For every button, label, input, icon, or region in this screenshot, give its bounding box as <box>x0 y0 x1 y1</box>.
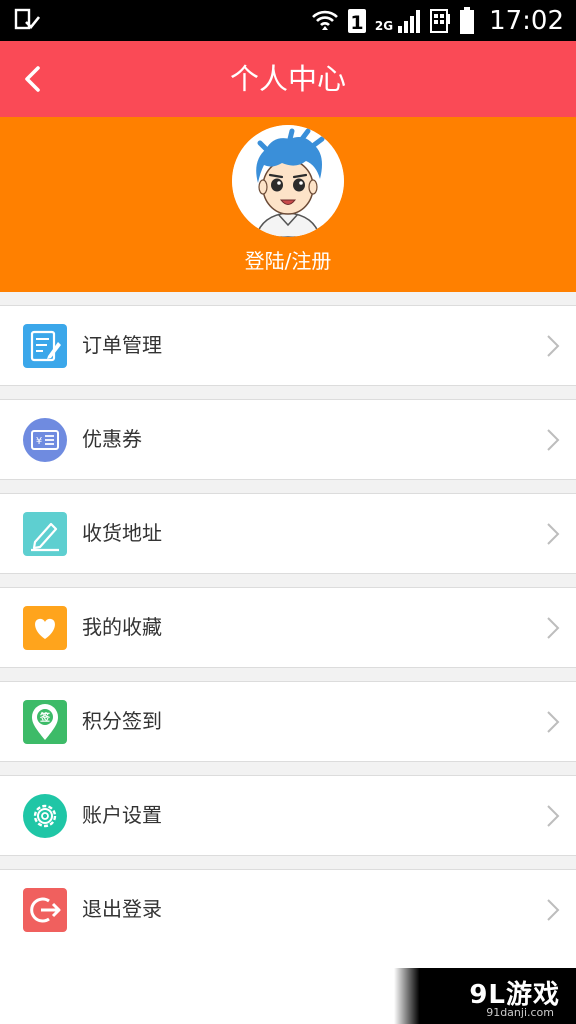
signal-icon <box>398 9 421 33</box>
menu-item-label: 我的收藏 <box>82 615 162 639</box>
menu-item-coupons[interactable]: ¥ 优惠券 <box>0 399 576 480</box>
chevron-right-icon <box>547 523 560 545</box>
address-edit-icon <box>23 512 67 556</box>
avatar[interactable] <box>232 125 344 237</box>
watermark-url: 91danji.com <box>486 1006 554 1019</box>
watermark: 9L游戏 91danji.com <box>394 968 576 1024</box>
login-register-label[interactable]: 登陆/注册 <box>245 249 332 273</box>
chevron-right-icon <box>547 899 560 921</box>
menu-item-orders[interactable]: 订单管理 <box>0 305 576 386</box>
menu-item-favorites[interactable]: 我的收藏 <box>0 587 576 668</box>
menu-item-label: 退出登录 <box>82 897 162 921</box>
sim-number: 1 <box>350 12 363 34</box>
chevron-right-icon <box>547 711 560 733</box>
chevron-right-icon <box>547 429 560 451</box>
menu-item-account-settings[interactable]: 账户设置 <box>0 775 576 856</box>
storage-icon <box>430 8 451 33</box>
menu-item-logout[interactable]: 退出登录 <box>0 869 576 950</box>
clock: 17:02 <box>489 5 564 36</box>
menu-item-label: 订单管理 <box>82 333 162 357</box>
status-bar: 1 2G 17:02 <box>0 0 576 41</box>
cartoon-avatar-icon <box>232 125 344 237</box>
battery-icon <box>460 6 475 34</box>
logout-icon <box>23 888 67 932</box>
coupon-icon: ¥ <box>23 418 67 462</box>
back-arrow-icon[interactable] <box>14 59 54 99</box>
profile-header: 登陆/注册 <box>0 117 576 292</box>
wifi-icon <box>311 10 338 30</box>
page-title: 个人中心 <box>229 62 346 96</box>
favorite-heart-icon <box>23 606 67 650</box>
menu-item-label: 账户设置 <box>82 803 162 827</box>
svg-text:签: 签 <box>39 711 51 724</box>
sim-card-icon: 1 <box>347 8 366 34</box>
menu-item-checkin[interactable]: 签 积分签到 <box>0 681 576 762</box>
order-icon <box>23 324 67 368</box>
chevron-right-icon <box>547 617 560 639</box>
svg-text:¥: ¥ <box>36 436 42 447</box>
screenshot-notification-icon <box>14 8 40 30</box>
menu-item-label: 积分签到 <box>82 709 162 733</box>
menu-list: 订单管理 ¥ 优惠券 收货地址 我的收藏 签 积分签到 账户设置 退出登录 <box>0 292 576 950</box>
menu-item-label: 优惠券 <box>82 427 142 451</box>
chevron-right-icon <box>547 335 560 357</box>
settings-gear-icon <box>23 794 67 838</box>
menu-item-label: 收货地址 <box>82 521 162 545</box>
menu-item-address[interactable]: 收货地址 <box>0 493 576 574</box>
title-bar: 个人中心 <box>0 41 576 117</box>
login-register-link[interactable]: 登陆/注册 <box>0 245 576 274</box>
chevron-right-icon <box>547 805 560 827</box>
checkin-pin-icon: 签 <box>23 700 67 744</box>
network-type: 2G <box>374 18 394 33</box>
